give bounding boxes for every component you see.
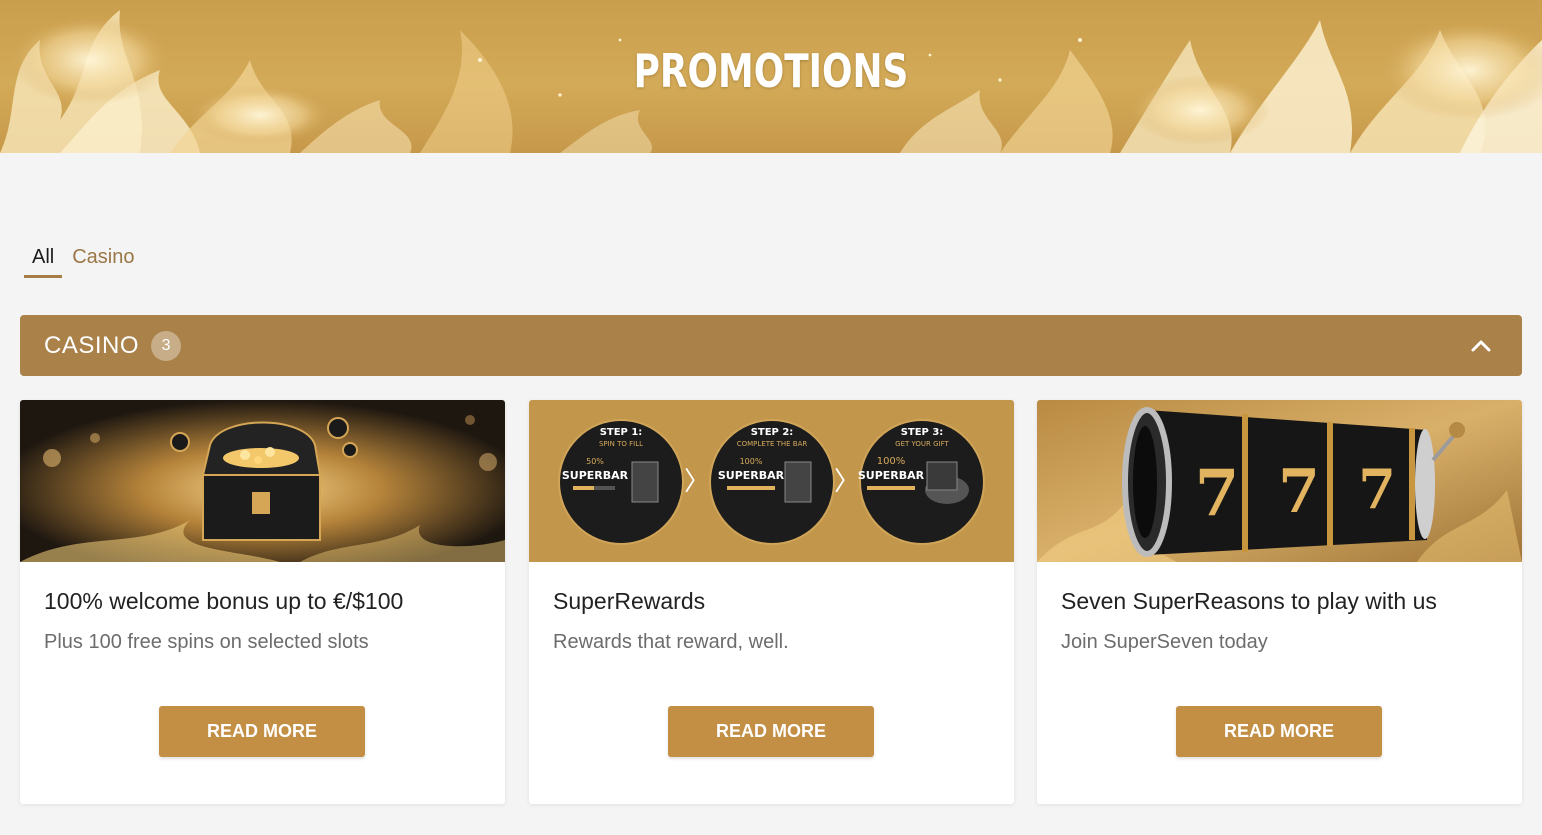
treasure-chest-image	[20, 400, 505, 562]
casino-category-header[interactable]: CASINO 3	[20, 315, 1522, 376]
page-title: PROMOTIONS	[633, 44, 909, 98]
promo-card-welcome-bonus: 100% welcome bonus up to €/$100 Plus 100…	[20, 400, 505, 804]
step-2-percent: 100%	[740, 457, 763, 466]
read-more-button[interactable]: READ MORE	[668, 706, 874, 757]
promotion-filter-tabs: All Casino	[24, 246, 145, 278]
card-subtitle: Plus 100 free spins on selected slots	[44, 631, 369, 653]
read-more-button[interactable]: READ MORE	[159, 706, 365, 757]
step-1-circle: STEP 1: SPIN TO FILL 50% SUPERBAR	[558, 419, 684, 545]
step-1-caption: SPIN TO FILL	[599, 440, 643, 448]
superrewards-steps-image: STEP 1: SPIN TO FILL 50% SUPERBAR 〉 STEP…	[529, 400, 1014, 562]
step-3-superbar: SUPERBAR	[858, 469, 925, 482]
step-1-percent: 50%	[586, 457, 604, 466]
step-3-caption: GET YOUR GIFT	[895, 440, 949, 448]
step-1-superbar: SUPERBAR	[562, 469, 629, 482]
svg-text:〉: 〉	[684, 467, 710, 497]
category-title: CASINO	[44, 331, 140, 359]
step-3-circle: STEP 3: GET YOUR GIFT 100% SUPERBAR	[858, 419, 985, 545]
reel-digit-3: 7	[1358, 457, 1396, 521]
card-subtitle: Rewards that reward, well.	[553, 631, 789, 653]
promo-card-seven-reasons: 7 7 7 Seven SuperReasons to play with us…	[1037, 400, 1522, 804]
card-title: 100% welcome bonus up to €/$100	[44, 588, 404, 614]
card-title: Seven SuperReasons to play with us	[1061, 588, 1437, 614]
reel-digit-2: 7	[1278, 457, 1320, 527]
tab-casino[interactable]: Casino	[64, 246, 142, 278]
step-1-label: STEP 1:	[600, 427, 643, 438]
promo-card-superrewards: STEP 1: SPIN TO FILL 50% SUPERBAR 〉 STEP…	[529, 400, 1014, 804]
chevron-up-icon[interactable]	[1470, 335, 1492, 357]
step-2-label: STEP 2:	[751, 427, 794, 438]
step-3-label: STEP 3:	[901, 427, 944, 438]
reel-digit-1: 7	[1195, 456, 1240, 531]
promotions-hero-banner: PROMOTIONS	[0, 0, 1542, 153]
step-2-circle: STEP 2: COMPLETE THE BAR 100% SUPERBAR	[709, 419, 835, 545]
step-2-superbar: SUPERBAR	[718, 469, 785, 482]
category-count-badge: 3	[151, 330, 182, 361]
step-3-percent: 100%	[877, 456, 906, 467]
slot-reel-image: 7 7 7	[1037, 400, 1522, 562]
step-2-caption: COMPLETE THE BAR	[737, 440, 808, 448]
card-title: SuperRewards	[553, 588, 706, 614]
svg-text:〉: 〉	[834, 467, 860, 497]
read-more-button[interactable]: READ MORE	[1176, 706, 1382, 757]
tab-all[interactable]: All	[24, 246, 63, 278]
card-subtitle: Join SuperSeven today	[1061, 631, 1268, 653]
